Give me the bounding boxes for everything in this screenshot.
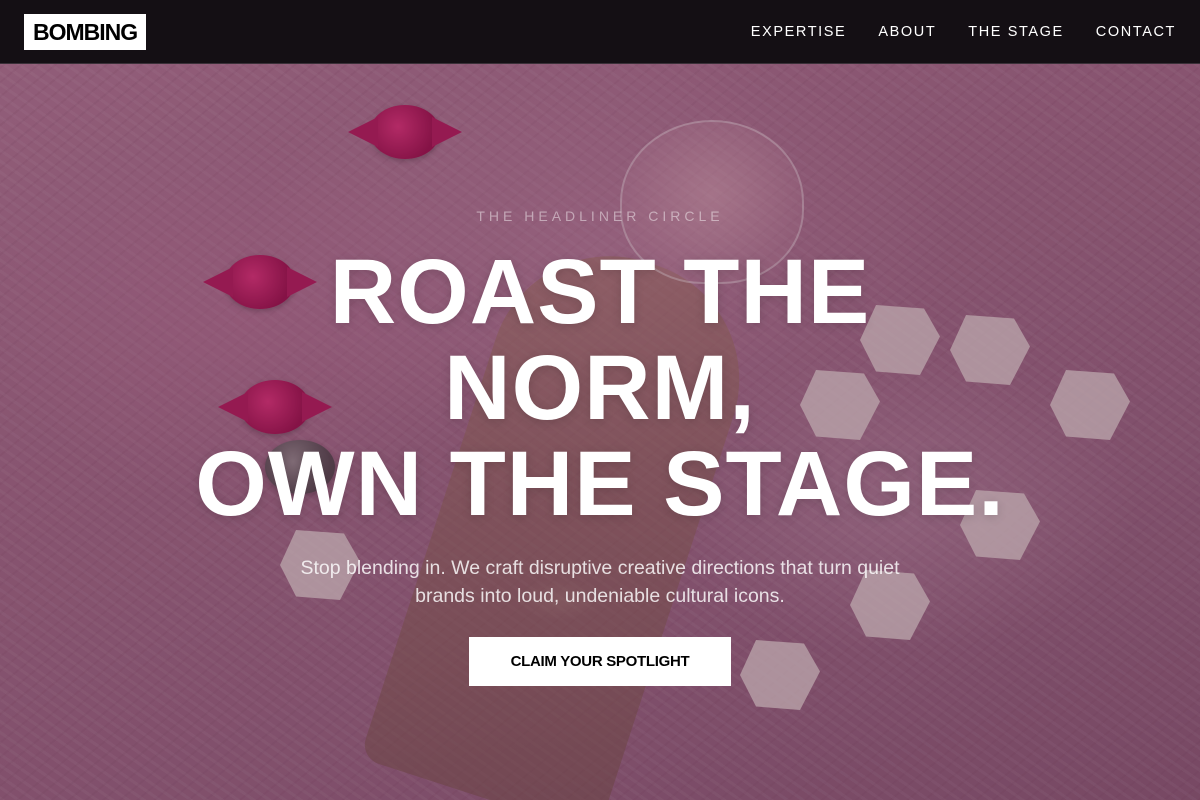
nav-link-the-stage[interactable]: THE STAGE: [968, 24, 1064, 40]
headline-line-1: ROAST THE: [329, 241, 871, 343]
landing-page: BOMBING EXPERTISE ABOUT THE STAGE CONTAC…: [0, 0, 1200, 800]
main-nav: EXPERTISE ABOUT THE STAGE CONTACT: [751, 24, 1176, 40]
headline-line-3: OWN THE STAGE.: [195, 433, 1005, 535]
nav-link-contact[interactable]: CONTACT: [1096, 24, 1176, 40]
site-header: BOMBING EXPERTISE ABOUT THE STAGE CONTAC…: [0, 0, 1200, 64]
hero-eyebrow: THE HEADLINER CIRCLE: [476, 208, 724, 224]
hero-subtext: Stop blending in. We craft disruptive cr…: [300, 557, 900, 607]
claim-spotlight-button[interactable]: CLAIM YOUR SPOTLIGHT: [469, 637, 731, 686]
hero-headline: ROAST THE NORM, OWN THE STAGE.: [0, 244, 1200, 532]
hero-section: THE HEADLINER CIRCLE ROAST THE NORM, OWN…: [0, 64, 1200, 800]
logo[interactable]: BOMBING: [24, 13, 147, 50]
headline-line-2: NORM,: [444, 337, 756, 439]
nav-link-expertise[interactable]: EXPERTISE: [751, 24, 847, 40]
nav-link-about[interactable]: ABOUT: [878, 24, 936, 40]
